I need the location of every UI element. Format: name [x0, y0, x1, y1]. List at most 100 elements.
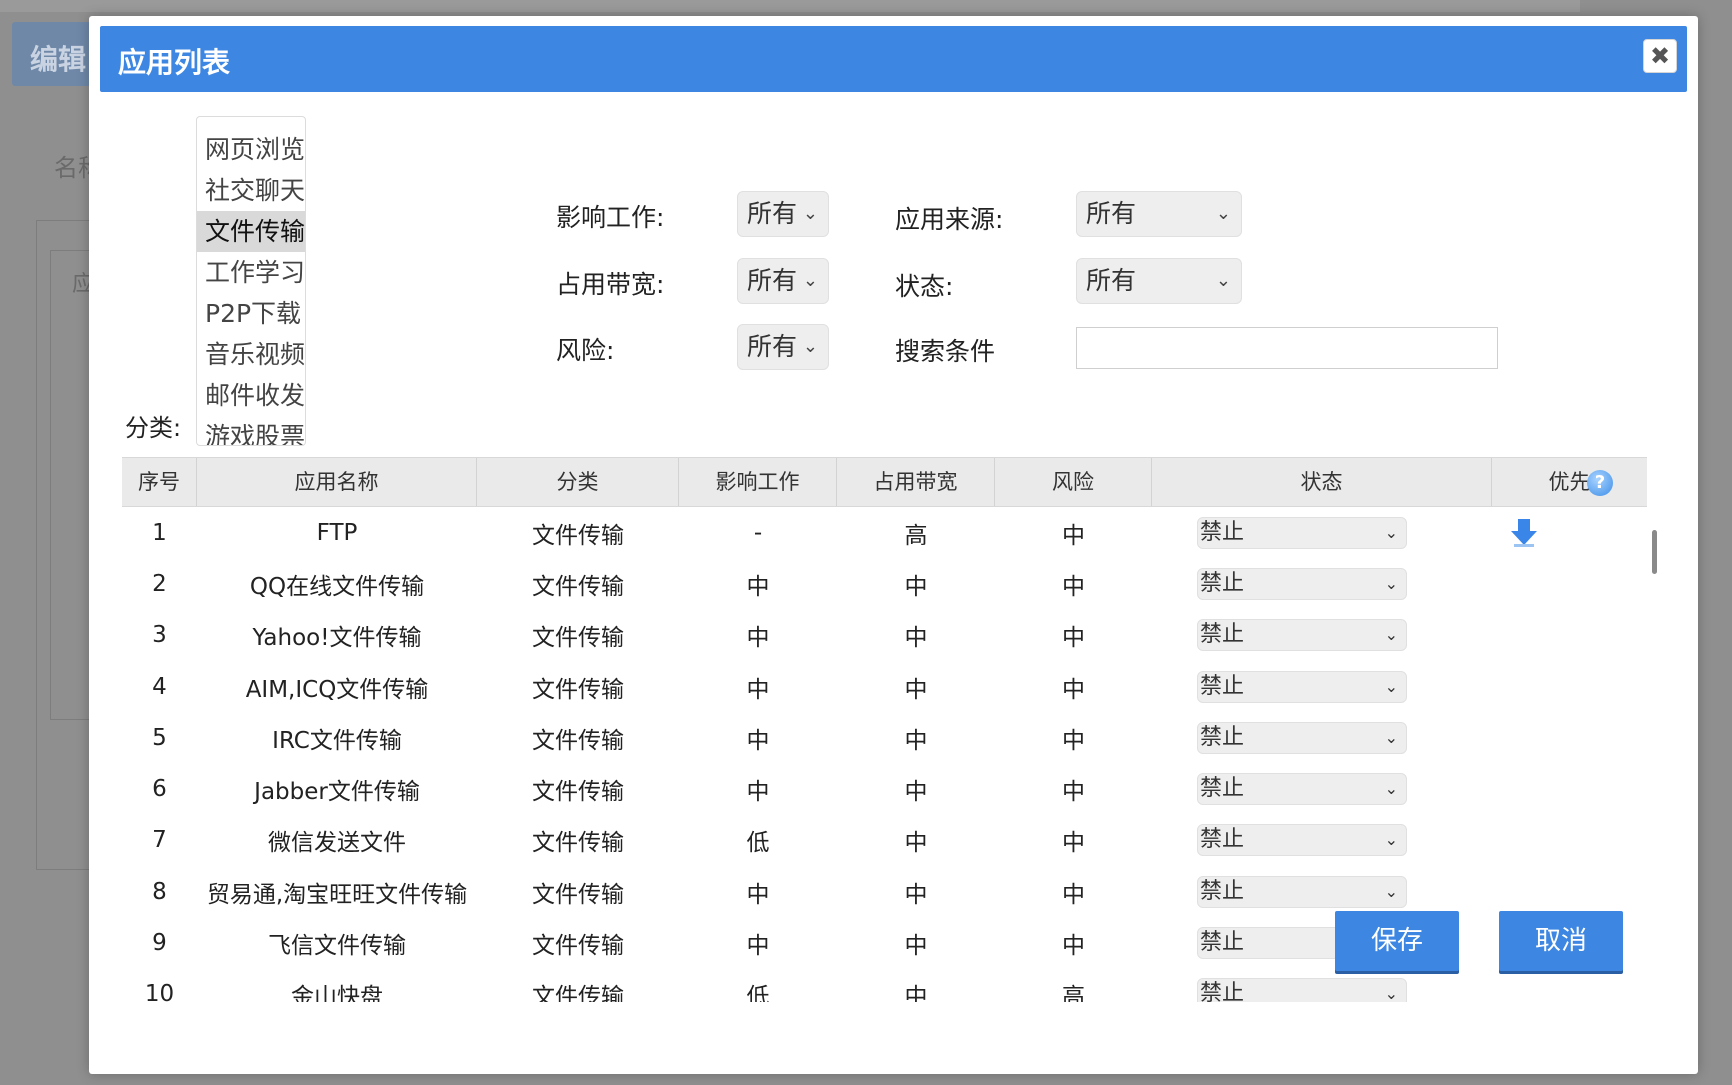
impact-value: 低: [746, 984, 770, 1002]
help-icon[interactable]: ?: [1587, 470, 1613, 496]
risk-value: 中: [1062, 830, 1085, 857]
bandwidth-value: 中: [904, 881, 928, 908]
bandwidth-value: 中: [904, 727, 928, 754]
bandwidth-value: 中: [904, 830, 928, 857]
risk-value: 中: [1062, 779, 1085, 806]
close-button[interactable]: ✖: [1643, 39, 1677, 73]
bandwidth-value: 中: [904, 779, 928, 806]
column-header: 序号: [122, 458, 197, 506]
category-item[interactable]: P2P下载: [197, 293, 305, 334]
impact-filter-select[interactable]: 所有 ⌄: [737, 191, 829, 237]
background-top-strip: [0, 0, 1580, 12]
modal-title: 应用列表: [118, 46, 231, 79]
table-scrollbar-thumb[interactable]: [1652, 530, 1657, 574]
category-item[interactable]: 游戏股票: [197, 416, 305, 445]
app-name: 飞信文件传输: [268, 933, 406, 960]
chevron-down-icon: ⌄: [1384, 779, 1398, 799]
app-name: FTP: [316, 519, 358, 546]
status-value: 禁止: [1200, 724, 1245, 750]
status-select[interactable]: 禁止 ⌄: [1197, 875, 1407, 908]
app-name: 贸易通,淘宝旺旺文件传输: [206, 881, 468, 908]
column-header-label: 风险: [1052, 470, 1094, 494]
row-number: 2: [152, 570, 167, 597]
column-header: 状态: [1152, 458, 1492, 506]
bandwidth-value: 中: [904, 573, 928, 600]
status-select[interactable]: 禁止 ⌄: [1197, 516, 1407, 549]
chevron-down-icon: ⌄: [1215, 270, 1231, 291]
column-header-label: 优先: [1548, 470, 1591, 494]
table-row: 5 IRC文件传输 文件传输 中 中 中 禁止 ⌄: [122, 712, 1647, 763]
status-value: 禁止: [1200, 622, 1245, 648]
save-button[interactable]: 保存: [1335, 911, 1459, 971]
status-cell: 禁止 ⌄: [1152, 824, 1492, 857]
status-value: 禁止: [1200, 827, 1245, 853]
impact-filter-label: 影响工作:: [556, 203, 665, 232]
chevron-down-icon: ⌄: [802, 270, 818, 291]
column-header: 应用名称: [197, 458, 477, 506]
bandwidth-filter-value: 所有: [747, 266, 798, 295]
chevron-down-icon: ⌄: [802, 336, 818, 357]
app-category: 文件传输: [532, 984, 624, 1002]
status-filter-select[interactable]: 所有 ⌄: [1076, 258, 1242, 304]
search-label: 搜索条件: [895, 337, 996, 366]
row-number: 5: [152, 724, 167, 751]
search-input[interactable]: [1076, 327, 1498, 369]
cancel-button[interactable]: 取消: [1499, 911, 1623, 971]
chevron-down-icon: ⌄: [1215, 203, 1231, 224]
app-name: 金山快盘: [291, 984, 383, 1002]
status-filter-label: 状态:: [895, 272, 954, 301]
category-item[interactable]: 工作学习: [197, 252, 305, 293]
app-list-modal: 应用列表 ✖ 分类: 网页浏览 社交聊天 文件传输 工作学习 P2P下载 音乐视频 邮件收发…: [89, 16, 1698, 1074]
bandwidth-value: 中: [904, 676, 928, 703]
category-listbox[interactable]: 网页浏览 社交聊天 文件传输 工作学习 P2P下载 音乐视频 邮件收发 游戏股票: [196, 116, 306, 446]
risk-value: 中: [1062, 881, 1085, 908]
column-header: 分类: [477, 458, 679, 506]
risk-value: 中: [1062, 625, 1085, 652]
impact-value: 低: [746, 830, 770, 857]
status-select[interactable]: 禁止 ⌄: [1197, 721, 1407, 754]
impact-value: 中: [746, 933, 770, 960]
status-filter-value: 所有: [1086, 266, 1137, 295]
chevron-down-icon: ⌄: [1384, 522, 1398, 542]
category-item[interactable]: 网页浏览: [197, 129, 305, 170]
app-name: IRC文件传输: [272, 727, 402, 754]
status-select[interactable]: 禁止 ⌄: [1197, 978, 1407, 1002]
status-select[interactable]: 禁止 ⌄: [1197, 670, 1407, 703]
category-item[interactable]: 社交聊天: [197, 170, 305, 211]
source-filter-select[interactable]: 所有 ⌄: [1076, 191, 1242, 237]
status-value: 禁止: [1200, 776, 1245, 802]
category-item[interactable]: 文件传输: [197, 211, 305, 252]
status-select[interactable]: 禁止 ⌄: [1197, 567, 1407, 600]
chevron-down-icon: ⌄: [1384, 830, 1398, 850]
status-select[interactable]: 禁止 ⌄: [1197, 773, 1407, 806]
table-row: 4 AIM,ICQ文件传输 文件传输 中 中 中 禁止 ⌄: [122, 661, 1647, 712]
app-category: 文件传输: [532, 522, 624, 549]
app-name: Jabber文件传输: [254, 779, 420, 806]
move-down-arrow-icon[interactable]: [1510, 518, 1538, 548]
table-row: 7 微信发送文件 文件传输 低 中 中 禁止 ⌄: [122, 815, 1647, 866]
source-filter-label: 应用来源:: [895, 205, 1004, 234]
row-number: 9: [152, 930, 167, 957]
app-name: Yahoo!文件传输: [252, 625, 422, 652]
table-row: 2 QQ在线文件传输 文件传输 中 中 中 禁止 ⌄: [122, 558, 1647, 609]
impact-value: -: [753, 519, 763, 546]
chevron-down-icon: ⌄: [1384, 573, 1398, 593]
row-number: 4: [152, 673, 167, 700]
status-value: 禁止: [1200, 519, 1245, 545]
impact-value: 中: [746, 727, 770, 754]
app-category: 文件传输: [532, 573, 624, 600]
chevron-down-icon: ⌄: [802, 203, 818, 224]
status-cell: 禁止 ⌄: [1152, 721, 1492, 754]
status-select[interactable]: 禁止 ⌄: [1197, 619, 1407, 652]
impact-value: 中: [746, 573, 770, 600]
status-cell: 禁止 ⌄: [1152, 773, 1492, 806]
risk-filter-select[interactable]: 所有 ⌄: [737, 324, 829, 370]
bandwidth-filter-select[interactable]: 所有 ⌄: [737, 258, 829, 304]
category-item[interactable]: 音乐视频: [197, 334, 305, 375]
status-select[interactable]: 禁止 ⌄: [1197, 824, 1407, 857]
column-header-label: 序号: [138, 470, 180, 494]
category-label: 分类:: [125, 414, 182, 442]
bandwidth-value: 中: [904, 933, 928, 960]
category-item[interactable]: 邮件收发: [197, 375, 305, 416]
column-header: 占用带宽: [837, 458, 995, 506]
